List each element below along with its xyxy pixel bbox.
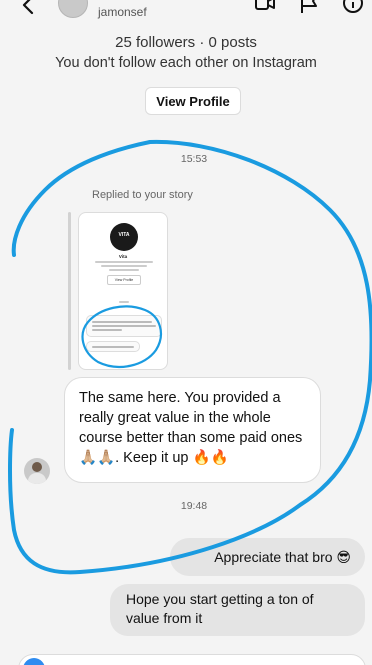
message-composer[interactable] (18, 654, 366, 665)
reply-indicator-bar (68, 212, 71, 370)
story-text-line (101, 265, 147, 267)
story-preview[interactable]: VITA Vita View Profile (78, 212, 168, 370)
story-text-line (95, 261, 153, 263)
view-profile-button[interactable]: View Profile (145, 87, 241, 115)
video-call-icon[interactable] (254, 0, 276, 14)
story-message-line (92, 329, 122, 331)
back-arrow-icon[interactable] (18, 0, 40, 16)
story-message-line (92, 346, 134, 348)
story-message-line (92, 325, 156, 327)
story-text-line (119, 301, 129, 303)
header-username[interactable]: jamonsef (98, 5, 147, 19)
outgoing-message[interactable]: Hope you start getting a ton of value fr… (110, 584, 365, 636)
header-avatar[interactable] (58, 0, 88, 18)
message-timestamp: 19:48 (180, 500, 208, 512)
story-avatar-text: VITA (118, 232, 130, 238)
story-text-line (109, 269, 139, 271)
incoming-message[interactable]: The same here. You provided a really gre… (64, 377, 321, 483)
story-message-bubble (86, 315, 162, 337)
outgoing-message[interactable]: Appreciate that bro 😎 (170, 538, 365, 576)
replied-to-story-label: Replied to your story (92, 189, 193, 201)
header-actions (254, 0, 364, 14)
flag-icon[interactable] (298, 0, 320, 14)
sender-avatar[interactable] (24, 458, 50, 484)
story-view-profile-button: View Profile (107, 275, 141, 285)
story-message-bubble (86, 341, 140, 352)
message-timestamp: 15:53 (180, 153, 208, 165)
story-message-line (92, 321, 152, 323)
chat-header: jamonsef (0, 0, 372, 28)
camera-icon[interactable] (23, 658, 45, 665)
info-icon[interactable] (342, 0, 364, 14)
avatar-torso (28, 473, 46, 484)
follow-status: You don't follow each other on Instagram (55, 55, 317, 71)
story-name: Vita (118, 254, 128, 259)
avatar-head (32, 462, 42, 472)
followers-count: 25 followers · 0 posts (115, 34, 257, 51)
